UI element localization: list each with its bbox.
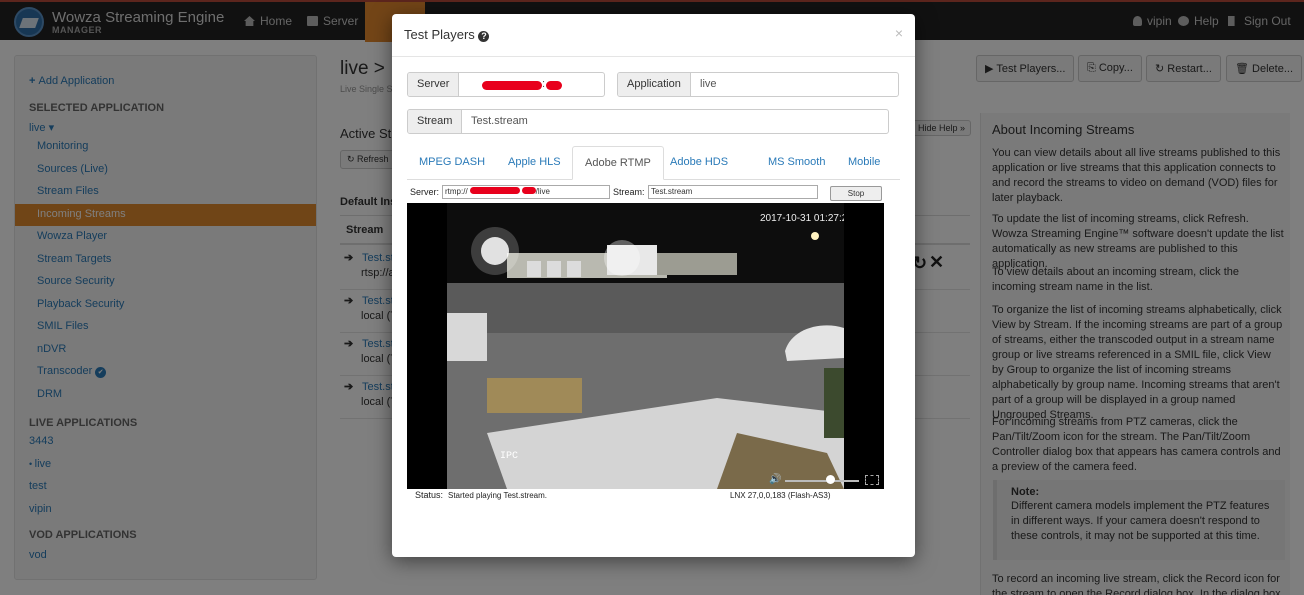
tab-adobe-rtmp[interactable]: Adobe RTMP <box>572 146 664 180</box>
server-value: : <box>542 78 546 90</box>
stream-field[interactable]: Stream Test.stream <box>407 109 889 134</box>
player-stream-input[interactable]: Test.stream <box>648 185 818 199</box>
player-server-input[interactable]: rtmp:///live <box>442 185 610 199</box>
test-players-dialog: Test Players ? × Server : Application li… <box>392 14 915 557</box>
tab-mobile[interactable]: Mobile <box>836 146 892 180</box>
player-stream-label: Stream: <box>613 187 645 197</box>
player-version: LNX 27,0,0,183 (Flash-AS3) <box>730 491 831 500</box>
dialog-title: Test Players ? <box>404 27 490 42</box>
redaction-mark <box>469 187 520 194</box>
fullscreen-icon[interactable] <box>865 475 879 485</box>
status-label: Status: <box>415 490 444 500</box>
server-label: Server <box>408 73 460 96</box>
server-field[interactable]: Server : <box>407 72 605 97</box>
application-field[interactable]: Application live <box>617 72 899 97</box>
status-value: Started playing Test.stream. <box>448 491 548 500</box>
stream-value: Test.stream <box>471 115 528 127</box>
player-tabs: MPEG DASH Apple HLS Adobe RTMP Adobe HDS MS … <box>407 146 900 180</box>
stop-button[interactable]: Stop <box>830 186 882 201</box>
stream-label: Stream <box>408 110 463 133</box>
redaction-mark <box>482 81 542 90</box>
dialog-header-divider <box>392 56 915 57</box>
camera-feed-image: 2017-10-31 01:27:24 AM IPC <box>447 203 844 489</box>
tab-adobe-hds[interactable]: Adobe HDS <box>658 146 740 180</box>
player-server-label: Server: <box>410 187 440 197</box>
tab-mpeg-dash[interactable]: MPEG DASH <box>407 146 497 180</box>
volume-slider[interactable] <box>785 480 859 482</box>
tab-apple-hls[interactable]: Apple HLS <box>496 146 573 180</box>
video-player[interactable]: 2017-10-31 01:27:24 AM IPC 🔊 <box>407 203 884 489</box>
redaction-mark <box>521 187 536 194</box>
tab-ms-smooth[interactable]: MS Smooth <box>756 146 837 180</box>
application-value: live <box>700 78 717 90</box>
video-timestamp: 2017-10-31 01:27:24 AM <box>760 213 844 224</box>
volume-slider-knob[interactable] <box>825 475 835 484</box>
redaction-mark <box>546 81 562 90</box>
application-label: Application <box>618 73 691 96</box>
video-overlay-label: IPC <box>500 451 519 462</box>
question-circle-icon[interactable]: ? <box>478 31 490 42</box>
volume-icon[interactable]: 🔊 <box>769 474 781 485</box>
dialog-close-button[interactable]: × <box>895 25 903 41</box>
